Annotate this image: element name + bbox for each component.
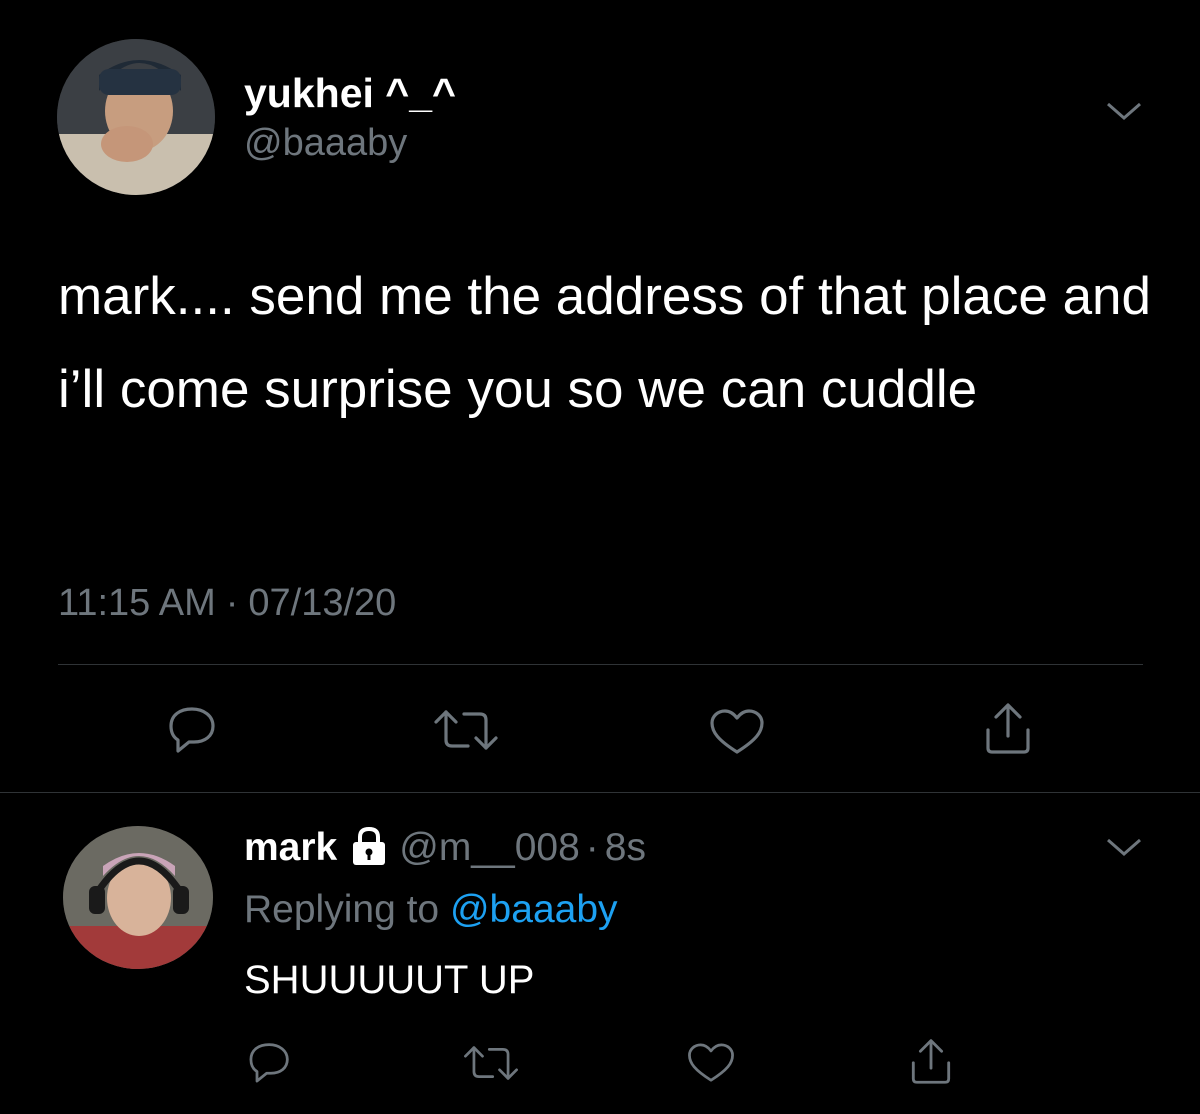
like-icon[interactable] — [686, 1042, 736, 1084]
avatar[interactable] — [57, 39, 215, 195]
retweet-icon[interactable] — [432, 706, 500, 754]
share-icon[interactable] — [908, 1036, 954, 1086]
divider — [58, 664, 1143, 665]
tweet-text: SHUUUUUT UP — [244, 958, 535, 1002]
separator-dot: · — [585, 826, 599, 869]
user-handle[interactable]: @m__008 — [399, 826, 580, 869]
separator-dot: · — [225, 582, 239, 624]
tweet-time: 11:15 AM — [58, 582, 216, 624]
replying-to-line: Replying to @baaaby — [244, 888, 618, 932]
replying-to-label: Replying to — [244, 888, 440, 931]
reply-icon[interactable] — [244, 1040, 296, 1084]
reply-header: mark @m__008 · 8s — [244, 826, 646, 870]
replying-to-link[interactable]: @baaaby — [450, 888, 618, 931]
reply-time[interactable]: 8s — [605, 826, 646, 869]
user-handle[interactable]: @baaaby — [244, 122, 407, 165]
tweet-timestamp: 11:15 AM · 07/13/20 — [58, 582, 396, 625]
section-divider — [0, 792, 1200, 793]
chevron-down-icon[interactable] — [1102, 96, 1146, 126]
display-name[interactable]: yukhei ^_^ — [244, 70, 456, 117]
reply-icon[interactable] — [163, 704, 223, 754]
display-name[interactable]: mark — [244, 826, 337, 869]
avatar[interactable] — [63, 826, 213, 969]
retweet-icon[interactable] — [462, 1042, 520, 1084]
lock-icon — [347, 826, 391, 866]
tweet-text: mark.... send me the address of that pla… — [58, 267, 1151, 419]
avatar-photo — [57, 39, 215, 195]
tweet-date: 07/13/20 — [248, 582, 397, 624]
like-icon[interactable] — [708, 708, 766, 756]
share-icon[interactable] — [982, 700, 1034, 756]
avatar-photo — [63, 826, 213, 969]
chevron-down-icon[interactable] — [1102, 832, 1146, 862]
